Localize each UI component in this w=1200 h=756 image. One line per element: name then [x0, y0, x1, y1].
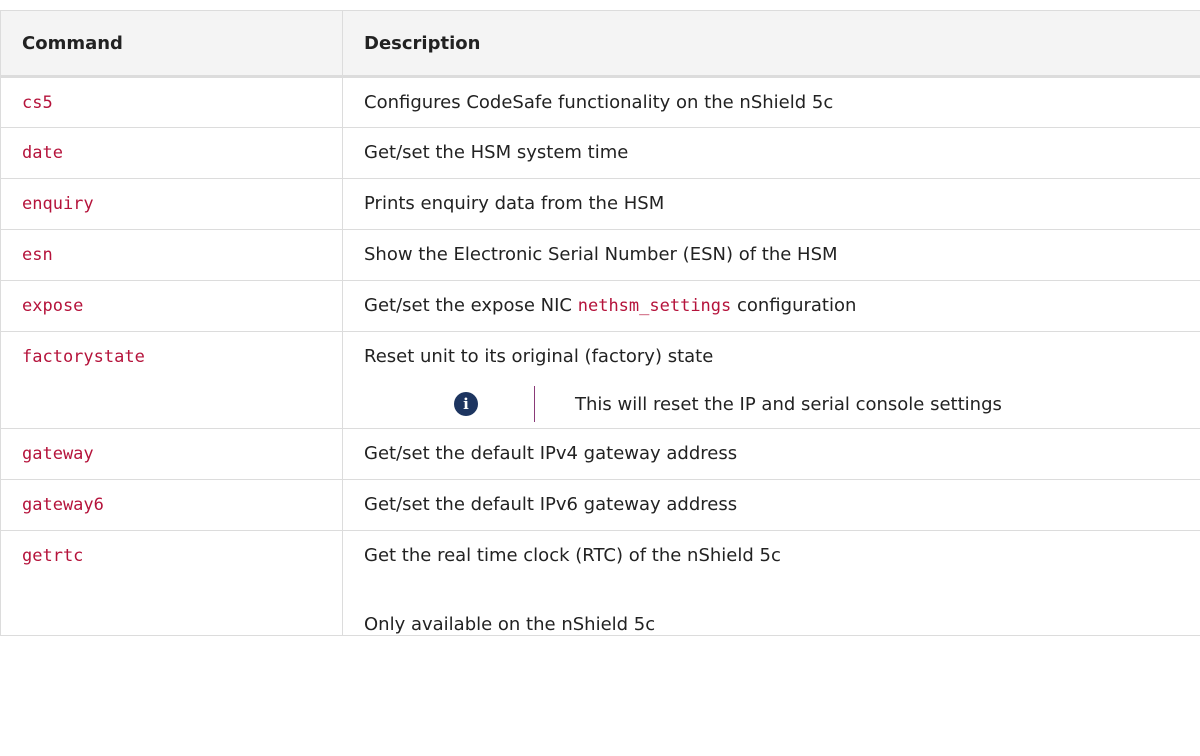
info-icon: i	[454, 392, 478, 416]
description-cell: Prints enquiry data from the HSM	[342, 178, 1200, 230]
note-text: This will reset the IP and serial consol…	[575, 393, 1002, 415]
command-cell: factorystate	[0, 331, 343, 429]
table-row: gateway6 Get/set the default IPv6 gatewa…	[0, 479, 1200, 531]
commands-table-container: Command Description cs5 Configures CodeS…	[0, 10, 1200, 636]
command-cell: date	[0, 127, 343, 179]
column-header-description: Description	[342, 10, 1200, 78]
description-cell: Get/set the default IPv6 gateway address	[342, 479, 1200, 531]
info-note: i This will reset the IP and serial cons…	[364, 386, 1200, 422]
table-row: esn Show the Electronic Serial Number (E…	[0, 229, 1200, 281]
description-cell: Reset unit to its original (factory) sta…	[342, 331, 1200, 429]
command-cell: cs5	[0, 76, 343, 128]
description-cell: Get the real time clock (RTC) of the nSh…	[342, 530, 1200, 636]
table-header-row: Command Description	[0, 10, 1200, 78]
table-row: enquiry Prints enquiry data from the HSM	[0, 178, 1200, 230]
description-text: configuration	[731, 295, 857, 316]
table-row: date Get/set the HSM system time	[0, 127, 1200, 179]
command-cell: expose	[0, 280, 343, 332]
table-row: getrtc Get the real time clock (RTC) of …	[0, 530, 1200, 636]
description-text: Reset unit to its original (factory) sta…	[364, 346, 714, 367]
description-text: Get the real time clock (RTC) of the nSh…	[364, 545, 781, 566]
command-cell: getrtc	[0, 530, 343, 636]
description-text: Get/set the expose NIC	[364, 295, 578, 316]
description-cell: Get/set the HSM system time	[342, 127, 1200, 179]
command-cell: enquiry	[0, 178, 343, 230]
command-cell: gateway6	[0, 479, 343, 531]
table-row: cs5 Configures CodeSafe functionality on…	[0, 76, 1200, 128]
commands-table: Command Description cs5 Configures CodeS…	[0, 10, 1200, 636]
command-cell: esn	[0, 229, 343, 281]
command-cell: gateway	[0, 428, 343, 480]
note-divider	[534, 386, 535, 422]
table-row: expose Get/set the expose NIC nethsm_set…	[0, 280, 1200, 332]
description-cell: Get/set the default IPv4 gateway address	[342, 428, 1200, 480]
table-row: gateway Get/set the default IPv4 gateway…	[0, 428, 1200, 480]
description-cell: Show the Electronic Serial Number (ESN) …	[342, 229, 1200, 281]
column-header-command: Command	[0, 10, 343, 78]
description-cell: Get/set the expose NIC nethsm_settings c…	[342, 280, 1200, 332]
table-row: factorystate Reset unit to its original …	[0, 331, 1200, 429]
inline-code-setting: nethsm_settings	[577, 296, 732, 316]
availability-note: Only available on the nShield 5c	[364, 614, 656, 635]
description-cell: Configures CodeSafe functionality on the…	[342, 76, 1200, 128]
